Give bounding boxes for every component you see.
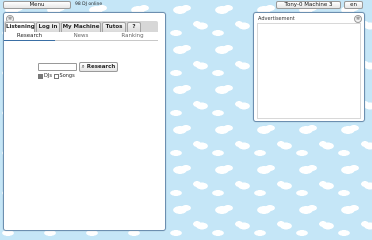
language-button[interactable]: en xyxy=(344,1,363,9)
machine-button[interactable]: Tony-0 Machine 3 xyxy=(276,1,341,9)
tab-login[interactable]: Log in xyxy=(36,22,60,32)
advertisement-panel: Advertisement ✲ xyxy=(253,12,365,122)
songs-label: Songs xyxy=(59,73,75,79)
songs-checkbox[interactable] xyxy=(53,73,59,79)
tab-help[interactable]: ? xyxy=(127,22,141,32)
top-bar: Menu 98 DJ online Tony-0 Machine 3 en xyxy=(0,0,372,11)
djs-label: DJs xyxy=(44,73,52,79)
main-tabs: Listening Log in My Machine Tutos ? xyxy=(4,21,158,32)
subtab-research[interactable]: Research xyxy=(4,32,55,41)
tab-my-machine[interactable]: My Machine xyxy=(61,22,101,32)
advertisement-content xyxy=(257,23,361,119)
subtab-news[interactable]: News xyxy=(55,32,107,41)
menu-button[interactable]: Menu xyxy=(3,1,71,9)
research-button[interactable]: ⌕ Research xyxy=(79,62,118,72)
research-button-label: Research xyxy=(86,64,116,70)
djs-checkbox[interactable] xyxy=(38,73,43,79)
sub-tabs: Research News Ranking xyxy=(4,32,158,41)
search-input[interactable] xyxy=(38,63,77,71)
advertisement-title: Advertisement xyxy=(258,16,295,22)
subtab-ranking[interactable]: Ranking xyxy=(107,32,158,41)
tab-listening[interactable]: Listening xyxy=(5,22,35,32)
search-icon: ⌕ xyxy=(81,64,85,70)
search-filters: DJs Songs xyxy=(38,73,75,79)
online-count: 98 DJ online xyxy=(75,2,103,7)
settings-icon[interactable]: ✲ xyxy=(354,15,362,23)
main-panel: ✲ xyxy=(3,12,166,231)
tab-tutos[interactable]: Tutos xyxy=(102,22,126,32)
